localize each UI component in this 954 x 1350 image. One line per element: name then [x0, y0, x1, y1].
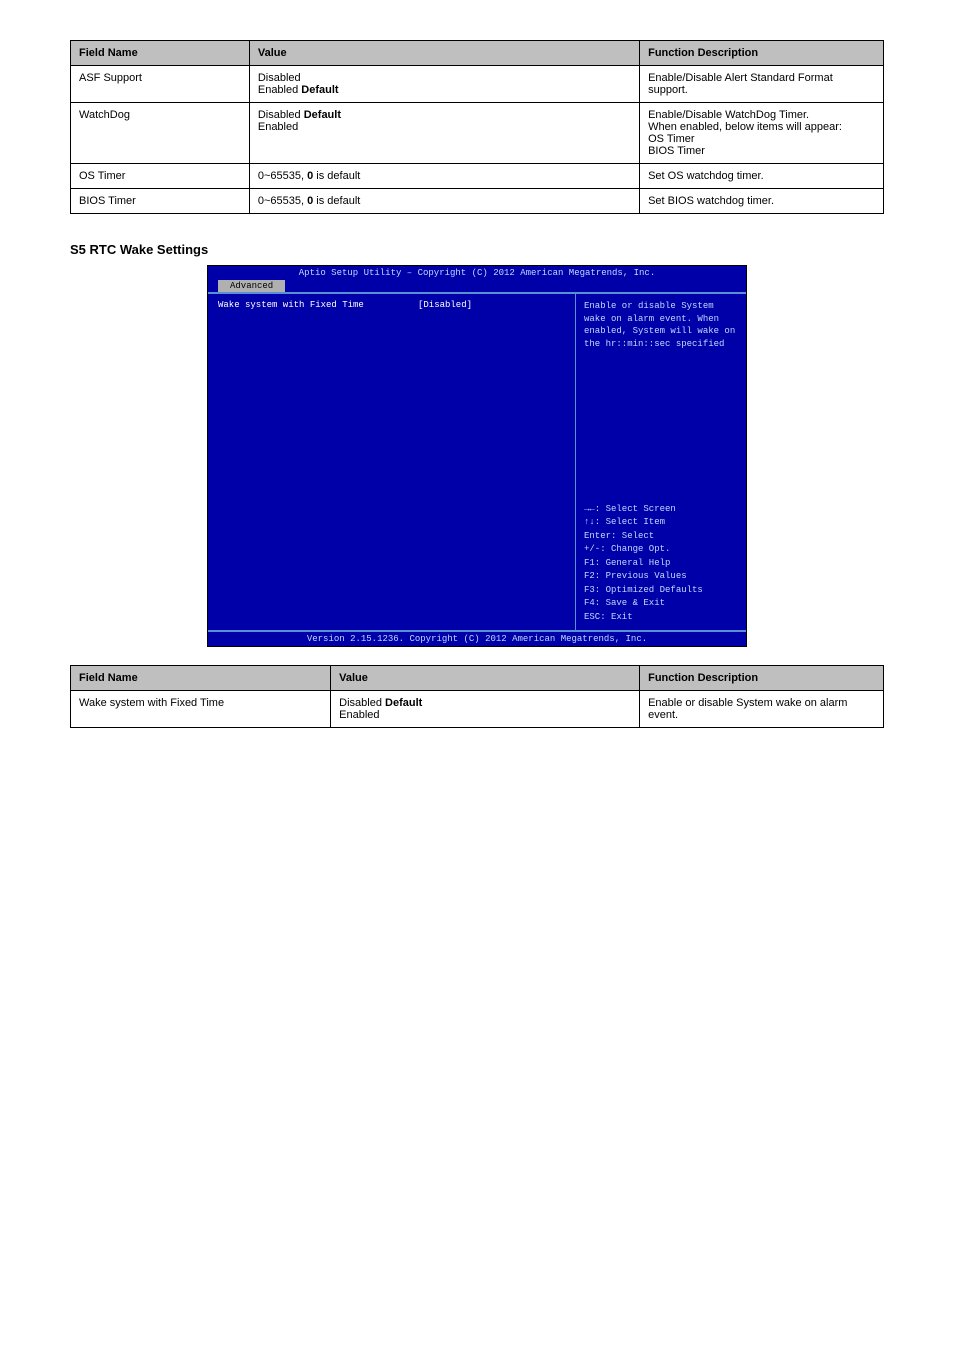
table-header-row: Field Name Value Function Description [71, 666, 884, 691]
bios-key-line: F3: Optimized Defaults [584, 584, 738, 598]
cell-field-name: Wake system with Fixed Time [71, 691, 331, 728]
bios-key-legend: →←: Select Screen↑↓: Select ItemEnter: S… [584, 503, 738, 625]
bios-key-line: ↑↓: Select Item [584, 516, 738, 530]
table-row: Wake system with Fixed TimeDisabled Defa… [71, 691, 884, 728]
bios-key-line: +/-: Change Opt. [584, 543, 738, 557]
table-row: BIOS Timer0~65535, 0 is defaultSet BIOS … [71, 189, 884, 214]
cell-field-name: BIOS Timer [71, 189, 250, 214]
bios-screenshot: Aptio Setup Utility – Copyright (C) 2012… [70, 265, 884, 647]
cell-value: DisabledEnabled Default [249, 66, 639, 103]
bios-setting-value: [Disabled] [418, 300, 472, 310]
bios-title: Aptio Setup Utility – Copyright (C) 2012… [208, 266, 746, 278]
bios-key-line: ESC: Exit [584, 611, 738, 625]
bios-tab-advanced[interactable]: Advanced [218, 280, 285, 292]
col-description: Function Description [640, 666, 884, 691]
cell-field-name: ASF Support [71, 66, 250, 103]
cell-field-name: OS Timer [71, 164, 250, 189]
bios-main-panel: Wake system with Fixed Time [Disabled] [208, 294, 576, 630]
bios-help-text: Enable or disable System wake on alarm e… [584, 300, 738, 350]
cell-value: Disabled DefaultEnabled [331, 691, 640, 728]
cell-value: 0~65535, 0 is default [249, 189, 639, 214]
table-row: OS Timer0~65535, 0 is defaultSet OS watc… [71, 164, 884, 189]
col-description: Function Description [640, 41, 884, 66]
cell-description: Set OS watchdog timer. [640, 164, 884, 189]
bios-key-line: F2: Previous Values [584, 570, 738, 584]
bios-key-line: Enter: Select [584, 530, 738, 544]
cell-field-name: WatchDog [71, 103, 250, 164]
spec-table-2: Field Name Value Function Description Wa… [70, 665, 884, 728]
table-header-row: Field Name Value Function Description [71, 41, 884, 66]
bios-help-panel: Enable or disable System wake on alarm e… [576, 294, 746, 630]
bios-body: Wake system with Fixed Time [Disabled] E… [208, 292, 746, 632]
cell-value: Disabled DefaultEnabled [249, 103, 639, 164]
col-field-name: Field Name [71, 666, 331, 691]
table-row: ASF SupportDisabledEnabled DefaultEnable… [71, 66, 884, 103]
spec-table-1: Field Name Value Function Description AS… [70, 40, 884, 214]
section-title: S5 RTC Wake Settings [70, 242, 884, 257]
cell-description: Enable or disable System wake on alarm e… [640, 691, 884, 728]
cell-description: Set BIOS watchdog timer. [640, 189, 884, 214]
bios-key-line: F4: Save & Exit [584, 597, 738, 611]
cell-description: Enable/Disable WatchDog Timer.When enabl… [640, 103, 884, 164]
bios-tabbar: Advanced [208, 280, 746, 292]
col-value: Value [249, 41, 639, 66]
col-value: Value [331, 666, 640, 691]
table-row: WatchDogDisabled DefaultEnabledEnable/Di… [71, 103, 884, 164]
col-field-name: Field Name [71, 41, 250, 66]
cell-value: 0~65535, 0 is default [249, 164, 639, 189]
bios-key-line: →←: Select Screen [584, 503, 738, 517]
bios-footer: Version 2.15.1236. Copyright (C) 2012 Am… [208, 632, 746, 646]
bios-setting-row[interactable]: Wake system with Fixed Time [Disabled] [218, 300, 565, 310]
bios-window: Aptio Setup Utility – Copyright (C) 2012… [207, 265, 747, 647]
bios-key-line: F1: General Help [584, 557, 738, 571]
bios-setting-label: Wake system with Fixed Time [218, 300, 418, 310]
cell-description: Enable/Disable Alert Standard Format sup… [640, 66, 884, 103]
